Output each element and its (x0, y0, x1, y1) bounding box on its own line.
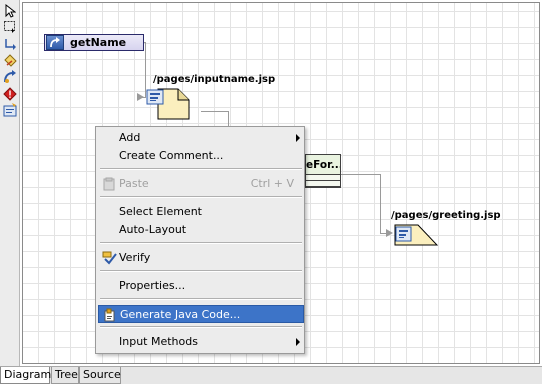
menu-item-input-methods[interactable]: Input Methods (98, 333, 304, 351)
jsp-page-icon (394, 224, 439, 246)
submenu-arrow-icon (296, 134, 300, 142)
menu-item-paste[interactable]: Paste Ctrl + V (98, 175, 304, 193)
form-bean-node[interactable]: eFor... (305, 154, 341, 188)
connector-arrowhead (386, 229, 393, 237)
select-arrow-icon[interactable] (2, 3, 18, 18)
menu-item-label: Input Methods (119, 335, 198, 348)
form-bean-row (306, 181, 340, 187)
tool-palette (0, 0, 20, 366)
tab-diagram[interactable]: Diagram (0, 367, 51, 384)
menu-item-label: Verify (119, 251, 151, 264)
page-node-inputname[interactable] (137, 88, 190, 120)
page-icon[interactable] (2, 53, 18, 68)
menu-separator (100, 168, 302, 170)
page-node-label: /pages/greeting.jsp (391, 210, 501, 221)
connector (339, 174, 381, 175)
submenu-arrow-icon (296, 338, 300, 346)
menu-item-verify[interactable]: Verify (98, 249, 304, 267)
action-icon (46, 35, 64, 50)
menu-item-label: Paste (119, 177, 149, 190)
tab-tree[interactable]: Tree (51, 367, 79, 384)
action-node-getname[interactable]: getName (44, 34, 144, 51)
menu-item-label: Auto-Layout (119, 223, 187, 236)
menu-item-label: Create Comment... (119, 149, 224, 162)
menu-item-label: Add (119, 131, 141, 144)
jsp-page-icon (146, 88, 190, 120)
exception-icon[interactable] (2, 86, 18, 101)
menu-item-create-comment[interactable]: Create Comment... (98, 147, 304, 165)
action-icon[interactable] (2, 69, 18, 84)
menu-separator (100, 270, 302, 272)
menu-separator (100, 298, 302, 300)
menu-item-generate-java-code[interactable]: Generate Java Code... (98, 305, 304, 323)
menu-item-shortcut: Ctrl + V (250, 177, 294, 190)
tab-source[interactable]: Source (79, 367, 121, 384)
connector (380, 174, 381, 233)
marquee-select-icon[interactable] (2, 19, 18, 34)
menu-item-label: Properties... (119, 279, 186, 292)
menu-separator (100, 326, 302, 328)
menu-item-select-element[interactable]: Select Element (98, 203, 304, 221)
verify-check-icon (102, 251, 118, 265)
connector (201, 111, 229, 112)
action-node-label: getName (70, 36, 127, 49)
form-bean-node-label: eFor... (306, 155, 340, 175)
page-node-label: /pages/inputname.jsp (153, 74, 276, 85)
menu-separator (100, 196, 302, 198)
menu-separator (100, 242, 302, 244)
menu-item-auto-layout[interactable]: Auto-Layout (98, 221, 304, 239)
menu-item-add[interactable]: Add (98, 129, 304, 147)
menu-item-properties[interactable]: Properties... (98, 277, 304, 295)
connector-arrowhead (137, 93, 144, 101)
form-bean-icon[interactable] (2, 102, 18, 117)
paste-icon (102, 177, 118, 191)
connection-icon[interactable] (2, 36, 18, 51)
editor-tab-bar: Diagram Tree Source (0, 366, 542, 384)
context-menu: Add Create Comment... Paste Ctrl + V Sel… (95, 126, 305, 354)
menu-item-label: Generate Java Code... (120, 308, 241, 321)
generate-code-icon (103, 308, 119, 322)
page-node-greeting[interactable] (394, 224, 439, 246)
menu-item-label: Select Element (119, 205, 202, 218)
